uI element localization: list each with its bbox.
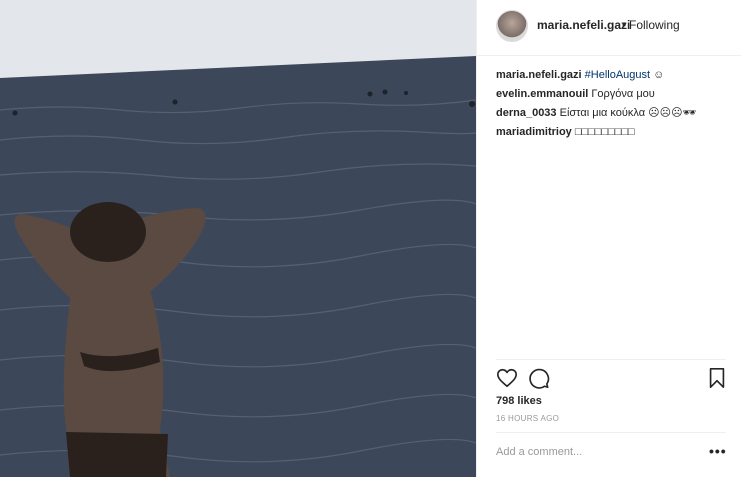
post-photo[interactable] bbox=[0, 0, 476, 477]
add-comment-input[interactable]: Add a comment... bbox=[496, 446, 582, 458]
comment-icon[interactable] bbox=[528, 367, 550, 389]
post-header: maria.nefeli.gazi • Following bbox=[477, 0, 741, 56]
comment-text: Γοργόνα μου bbox=[591, 88, 655, 100]
comment-item: mariadimitrioy □□□□□□□□□ bbox=[496, 123, 732, 142]
comment-text: Είσται μια κούκλα ☹☹☹🕶 bbox=[559, 107, 697, 119]
post-timestamp[interactable]: 16 HOURS AGO bbox=[496, 414, 559, 423]
comment-item: derna_0033 Είσται μια κούκλα ☹☹☹🕶 bbox=[496, 104, 732, 123]
comment-item: maria.nefeli.gazi #HelloAugust ☺ bbox=[496, 66, 732, 85]
comment-emoji: ☺ bbox=[653, 69, 665, 81]
more-icon[interactable]: ••• bbox=[709, 443, 727, 459]
section-divider bbox=[496, 359, 726, 360]
comment-username[interactable]: evelin.emmanouil bbox=[496, 88, 588, 100]
comment-list: maria.nefeli.gazi #HelloAugust ☺ evelin.… bbox=[496, 66, 732, 142]
comment-item: evelin.emmanouil Γοργόνα μου bbox=[496, 85, 732, 104]
comment-username[interactable]: mariadimitrioy bbox=[496, 126, 572, 138]
header-separator: • bbox=[622, 18, 627, 32]
following-button[interactable]: Following bbox=[629, 18, 680, 32]
beach-scene-illustration bbox=[0, 0, 476, 477]
action-bar bbox=[496, 367, 726, 391]
avatar[interactable] bbox=[496, 10, 528, 42]
like-count[interactable]: 798 likes bbox=[496, 395, 542, 407]
comment-text: □□□□□□□□□ bbox=[574, 126, 635, 138]
bookmark-icon[interactable] bbox=[706, 367, 728, 389]
section-divider bbox=[496, 432, 726, 433]
heart-icon[interactable] bbox=[496, 367, 518, 389]
post-sidebar: maria.nefeli.gazi • Following maria.nefe… bbox=[476, 0, 741, 477]
header-username[interactable]: maria.nefeli.gazi bbox=[537, 18, 630, 32]
comment-username[interactable]: derna_0033 bbox=[496, 107, 557, 119]
comment-username[interactable]: maria.nefeli.gazi bbox=[496, 69, 582, 81]
instagram-post: maria.nefeli.gazi • Following maria.nefe… bbox=[0, 0, 741, 477]
hashtag-link[interactable]: #HelloAugust bbox=[585, 69, 650, 81]
